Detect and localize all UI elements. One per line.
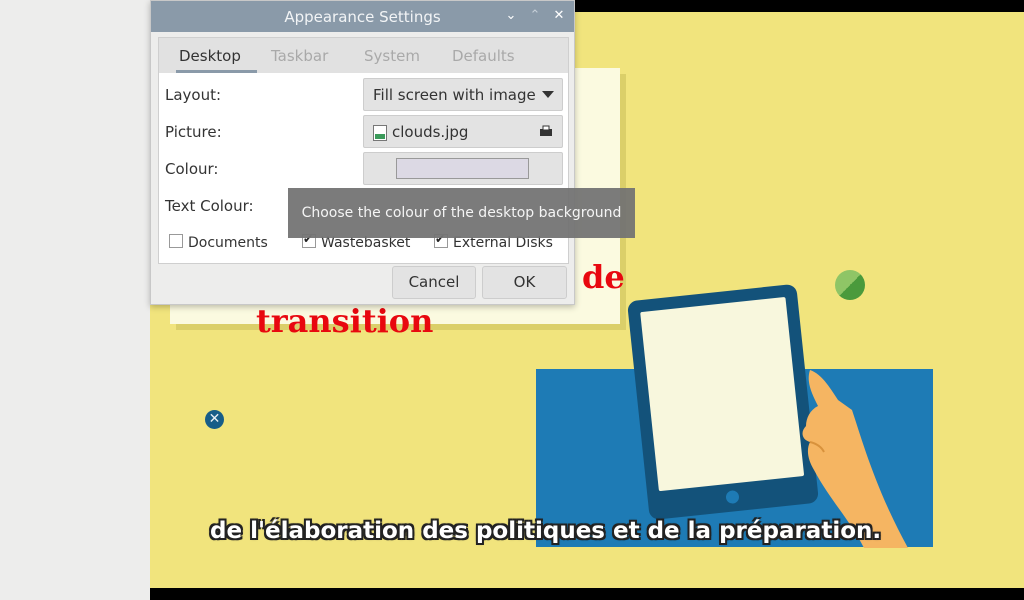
ok-button[interactable]: OK [482,266,567,299]
layout-dropdown[interactable]: Fill screen with image [363,78,563,111]
colour-label: Colour: [165,160,219,178]
dialog-titlebar[interactable]: Appearance Settings ⌄ ⌃ ✕ [151,1,574,32]
text-colour-label: Text Colour: [165,197,254,215]
layout-label: Layout: [165,86,222,104]
tablet-screen [640,296,805,492]
picture-value: clouds.jpg [392,123,469,141]
maximize-button[interactable]: ⌃ [527,8,543,24]
image-file-icon [373,125,387,141]
video-title-word: transition [256,302,434,340]
tab-desktop[interactable]: Desktop [179,47,241,65]
letterbox-bottom [150,588,1024,600]
chevron-down-icon [542,91,554,98]
video-subtitle: de l'élaboration des politiques et de la… [210,518,882,544]
tab-taskbar[interactable]: Taskbar [271,47,328,65]
tab-defaults[interactable]: Defaults [452,47,515,65]
close-button[interactable]: ✕ [551,8,567,24]
cancel-button[interactable]: Cancel [392,266,476,299]
open-folder-icon [540,125,552,136]
picture-label: Picture: [165,123,222,141]
picture-file-chooser[interactable]: clouds.jpg [363,115,563,148]
colour-swatch [396,158,529,179]
decorative-x-icon: ✕ [205,410,224,429]
appearance-settings-dialog: Appearance Settings ⌄ ⌃ ✕ Desktop Taskba… [150,0,575,305]
colour-picker-button[interactable] [363,152,563,185]
video-title-word: de [582,258,625,296]
minimize-button[interactable]: ⌄ [503,8,519,24]
desktop-left-strip [0,0,150,600]
documents-label: Documents [188,235,268,251]
layout-value: Fill screen with image [373,86,536,104]
tablet-home-button [725,489,740,505]
checkbox-box [169,234,183,248]
colour-tooltip: Choose the colour of the desktop backgro… [288,188,635,238]
documents-checkbox[interactable]: Documents [169,234,268,251]
settings-tabs: Desktop Taskbar System Defaults [158,37,569,75]
decorative-green-dot [835,270,865,300]
tab-system[interactable]: System [364,47,420,65]
